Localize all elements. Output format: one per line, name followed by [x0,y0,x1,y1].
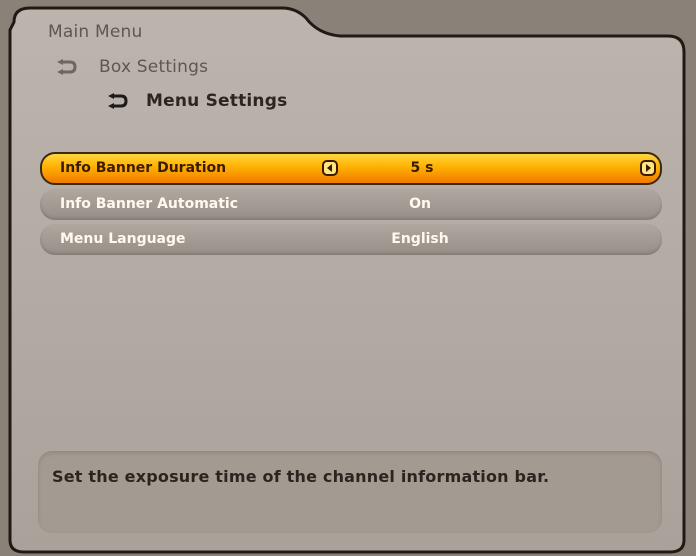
arrow-right-icon[interactable] [640,160,656,176]
menu-item-info-banner-duration[interactable]: Info Banner Duration 5 s [40,152,662,185]
menu-item-menu-language[interactable]: Menu Language English [40,224,662,255]
help-text: Set the exposure time of the channel inf… [52,467,550,486]
help-box: Set the exposure time of the channel inf… [38,451,662,533]
arrow-left-icon[interactable] [322,160,338,176]
menu-item-info-banner-automatic[interactable]: Info Banner Automatic On [40,189,662,220]
menu-item-value: English [391,231,449,247]
breadcrumb-menu-settings: Menu Settings [106,91,287,111]
breadcrumb-label: Box Settings [99,57,209,77]
breadcrumb-main-menu: Main Menu [48,22,142,42]
menu-item-value: 5 s [410,160,434,176]
menu-item-label: Info Banner Automatic [60,196,239,212]
breadcrumb-box-settings: Box Settings [55,57,208,77]
breadcrumb-label: Main Menu [48,22,143,42]
menu-item-label: Info Banner Duration [60,160,227,176]
breadcrumb-label: Menu Settings [146,91,288,111]
back-arrow-icon [106,93,128,109]
back-arrow-icon [55,59,77,75]
menu-item-label: Menu Language [60,231,186,247]
menu-item-value: On [409,196,431,212]
settings-list: Info Banner Duration 5 s Info Banner Aut… [40,152,662,259]
